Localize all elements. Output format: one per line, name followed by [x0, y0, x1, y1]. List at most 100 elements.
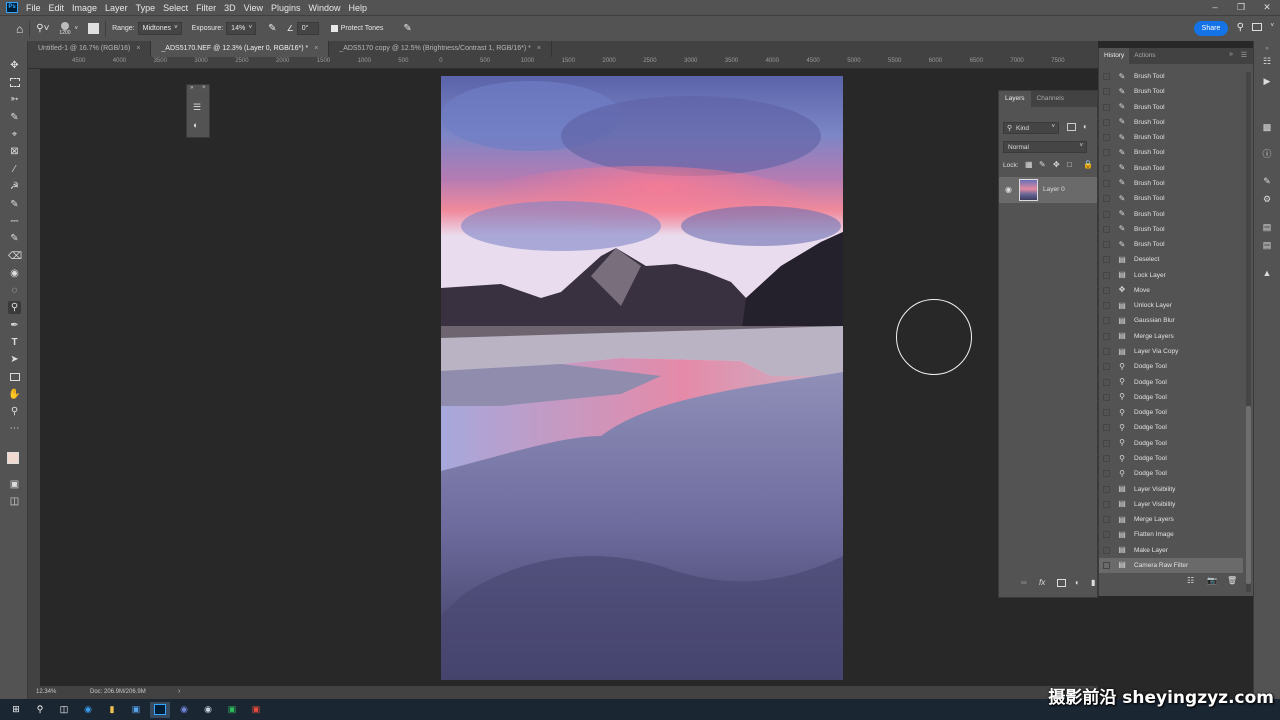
history-item[interactable]: ✎ Brush Tool	[1099, 130, 1243, 145]
history-brush-tool-icon[interactable]: ✎	[8, 232, 21, 245]
snapshot-source-checkbox[interactable]	[1103, 531, 1110, 539]
history-item[interactable]: ⚲ Dodge Tool	[1099, 466, 1243, 481]
history-item[interactable]: ⚲ Dodge Tool	[1099, 405, 1243, 420]
brush-settings-icon[interactable]	[88, 23, 100, 34]
history-item[interactable]: ▤ Lock Layer	[1099, 268, 1243, 283]
snapshot-source-checkbox[interactable]	[1103, 348, 1110, 356]
zoom-tool-icon[interactable]: ⚲	[8, 405, 21, 418]
scrollbar-thumb[interactable]	[1246, 406, 1251, 584]
history-item[interactable]: ✎ Brush Tool	[1099, 191, 1243, 206]
history-icon[interactable]: ☷	[1261, 55, 1273, 67]
lock-position-icon[interactable]: ✥	[1053, 160, 1060, 169]
brush-preset-picker[interactable]: 1200	[59, 21, 71, 36]
eyedropper-tool-icon[interactable]: ⁄	[8, 163, 21, 176]
delete-icon[interactable]: 🗑	[1227, 576, 1237, 585]
menu-file[interactable]: File	[26, 3, 41, 13]
close-icon[interactable]: ✕	[1254, 0, 1280, 15]
menu-edit[interactable]: Edit	[49, 3, 65, 13]
history-item[interactable]: ✎ Brush Tool	[1099, 84, 1243, 99]
menu-image[interactable]: Image	[72, 3, 97, 13]
snapshot-source-checkbox[interactable]	[1103, 210, 1110, 218]
new-group-icon[interactable]: ▮	[1091, 578, 1095, 587]
plugins-icon[interactable]: ▲	[1261, 267, 1273, 279]
task-view-icon[interactable]: ◫	[54, 702, 74, 718]
pressure-icon[interactable]: ✎	[403, 23, 411, 34]
snapshot-source-checkbox[interactable]	[1103, 225, 1110, 233]
libraries-icon[interactable]: ▤	[1261, 221, 1273, 233]
minimize-icon[interactable]: –	[1202, 0, 1228, 15]
snapshot-source-checkbox[interactable]	[1103, 271, 1110, 279]
edge-icon[interactable]: ◉	[78, 702, 98, 718]
history-item[interactable]: ⚲ Dodge Tool	[1099, 420, 1243, 435]
history-item[interactable]: ✎ Brush Tool	[1099, 145, 1243, 160]
snapshot-source-checkbox[interactable]	[1103, 195, 1110, 203]
layer-filter[interactable]: ⚲ Kind ˅	[1003, 122, 1059, 134]
move-tool-icon[interactable]: ✥	[8, 59, 21, 72]
history-item[interactable]: ✎ Brush Tool	[1099, 207, 1243, 222]
close-tab-icon[interactable]: ×	[136, 45, 140, 52]
brush-settings-icon[interactable]: ✎	[1261, 175, 1273, 187]
tab-ads5170-nef[interactable]: _ADS5170.NEF @ 12.3% (Layer 0, RGB/16*) …	[151, 41, 330, 57]
photoshop-taskbar-icon[interactable]	[150, 701, 170, 718]
protect-tones-checkbox[interactable]	[330, 25, 338, 32]
red-app-icon[interactable]: ▣	[246, 702, 266, 718]
tab-actions[interactable]: Actions	[1129, 48, 1160, 64]
history-item[interactable]: ▤ Make Layer	[1099, 543, 1243, 558]
history-item[interactable]: ✥ Move	[1099, 283, 1243, 298]
foreground-color-swatch[interactable]	[7, 452, 19, 464]
snapshot-source-checkbox[interactable]	[1103, 164, 1110, 172]
steam-icon[interactable]: ◉	[198, 702, 218, 718]
properties-icon[interactable]: ☰	[193, 102, 201, 113]
windows-start-icon[interactable]: ⊞	[6, 702, 26, 718]
chevron-down-icon[interactable]: ˅	[75, 26, 79, 32]
snapshot-source-checkbox[interactable]	[1103, 470, 1110, 478]
close-tab-icon[interactable]: ×	[314, 45, 318, 52]
snapshot-source-checkbox[interactable]	[1103, 286, 1110, 294]
info-icon[interactable]: ⓘ	[1261, 148, 1273, 160]
snapshot-source-checkbox[interactable]	[1103, 241, 1110, 249]
snapshot-source-checkbox[interactable]	[1103, 455, 1110, 462]
frame-tool-icon[interactable]: ⊠	[8, 145, 21, 158]
history-item[interactable]: ⚲ Dodge Tool	[1099, 390, 1243, 405]
hand-tool-icon[interactable]: ✋	[8, 388, 21, 401]
history-item[interactable]: ▤ Deselect	[1099, 252, 1243, 267]
menu-window[interactable]: Window	[309, 3, 341, 13]
clone-stamp-tool-icon[interactable]: ⎓	[8, 215, 21, 228]
airbrush-icon[interactable]: ✎	[268, 23, 276, 34]
menu-view[interactable]: View	[244, 3, 263, 13]
menu-type[interactable]: Type	[136, 3, 156, 13]
tab-ads5170-copy[interactable]: _ADS5170 copy @ 12.5% (Brightness/Contra…	[329, 41, 552, 57]
snapshot-source-checkbox[interactable]	[1103, 393, 1110, 401]
history-item[interactable]: ⚲ Dodge Tool	[1099, 359, 1243, 374]
history-item[interactable]: ▤ Layer Visibility	[1099, 497, 1243, 512]
collapse-icon[interactable]: »	[1261, 43, 1273, 55]
snapshot-source-checkbox[interactable]	[1103, 500, 1110, 508]
close-icon[interactable]: ×	[202, 85, 206, 91]
panel-menu-icon[interactable]: ☰	[1241, 51, 1247, 59]
layer-row[interactable]: ◉ Layer 0	[999, 177, 1097, 203]
history-item[interactable]: ▤ Gaussian Blur	[1099, 313, 1243, 328]
zoom-level[interactable]: 12.34%	[36, 689, 56, 695]
new-adjustment-layer-icon[interactable]: ◐	[1075, 578, 1080, 587]
snapshot-source-checkbox[interactable]	[1103, 302, 1110, 310]
snapshot-source-checkbox[interactable]	[1103, 485, 1110, 493]
history-item[interactable]: ⚲ Dodge Tool	[1099, 436, 1243, 451]
snapshot-source-checkbox[interactable]	[1103, 88, 1110, 96]
snapshot-source-checkbox[interactable]	[1103, 73, 1110, 80]
history-item[interactable]: ▤ Merge Layers	[1099, 512, 1243, 527]
snapshot-source-checkbox[interactable]	[1103, 409, 1110, 417]
more-tools-icon[interactable]: ⋯	[8, 422, 21, 435]
tab-untitled-1[interactable]: Untitled-1 @ 16.7% (RGB/16) ×	[28, 41, 152, 57]
close-tab-icon[interactable]: ×	[537, 45, 541, 52]
adjustments-icon[interactable]: ⚙	[1261, 193, 1273, 205]
restore-icon[interactable]: ❐	[1228, 0, 1254, 15]
history-item[interactable]: ▤ Layer Via Copy	[1099, 344, 1243, 359]
blur-tool-icon[interactable]: ◌	[8, 284, 21, 297]
status-menu-icon[interactable]: ›	[178, 688, 180, 695]
snapshot-source-checkbox[interactable]	[1103, 378, 1110, 386]
snapshot-source-checkbox[interactable]	[1103, 363, 1110, 371]
dodge-tool-icon[interactable]: ⚲	[8, 301, 21, 314]
filter-pixel-icon[interactable]	[1067, 123, 1076, 131]
filter-adjustment-icon[interactable]: ◐	[1083, 122, 1088, 131]
adjustments-icon[interactable]: ◐	[193, 120, 198, 130]
